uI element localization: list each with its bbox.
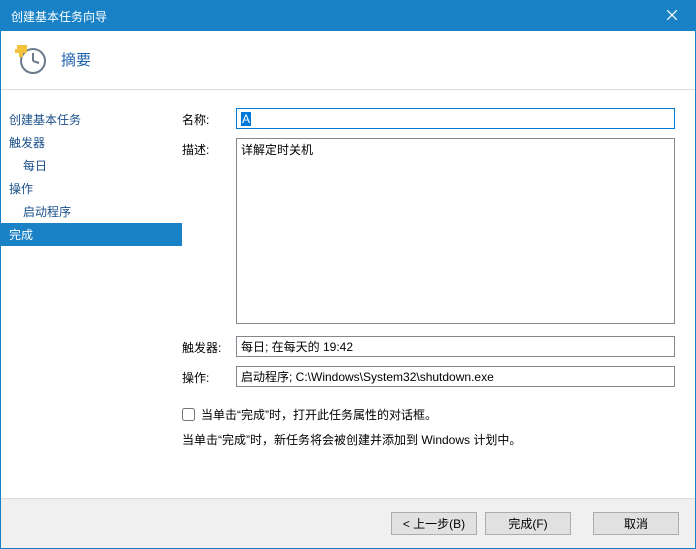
wizard-step[interactable]: 触发器 (1, 131, 182, 154)
cancel-button[interactable]: 取消 (593, 512, 679, 535)
wizard-step[interactable]: 启动程序 (1, 200, 182, 223)
summary-panel: 名称: A 描述: 触发器: 每日; 在每天的 19:42 操作: 启动程序; … (182, 90, 695, 498)
wizard-step[interactable]: 完成 (1, 223, 182, 246)
clock-new-icon (15, 43, 47, 75)
close-icon (667, 9, 677, 23)
wizard-footer: < 上一步(B) 完成(F) 取消 (1, 498, 695, 548)
back-button[interactable]: < 上一步(B) (391, 512, 477, 535)
finish-button[interactable]: 完成(F) (485, 512, 571, 535)
page-title: 摘要 (61, 49, 91, 70)
title-bar: 创建基本任务向导 (1, 1, 695, 31)
wizard-header: 摘要 (1, 31, 695, 90)
open-properties-label[interactable]: 当单击“完成”时，打开此任务属性的对话框。 (201, 406, 437, 423)
wizard-steps-sidebar: 创建基本任务触发器每日操作启动程序完成 (1, 90, 182, 498)
window-title: 创建基本任务向导 (11, 8, 107, 25)
close-button[interactable] (649, 1, 695, 31)
task-description-input[interactable] (236, 138, 675, 324)
finish-hint-text: 当单击“完成”时，新任务将会被创建并添加到 Windows 计划中。 (182, 431, 675, 448)
trigger-label: 触发器: (182, 336, 236, 356)
action-label: 操作: (182, 366, 236, 386)
wizard-step[interactable]: 创建基本任务 (1, 108, 182, 131)
description-label: 描述: (182, 138, 236, 158)
wizard-step[interactable]: 每日 (1, 154, 182, 177)
trigger-value: 每日; 在每天的 19:42 (236, 336, 675, 357)
open-properties-checkbox[interactable] (182, 408, 195, 421)
name-label: 名称: (182, 108, 236, 128)
action-value: 启动程序; C:\Windows\System32\shutdown.exe (236, 366, 675, 387)
wizard-step[interactable]: 操作 (1, 177, 182, 200)
task-name-input[interactable]: A (236, 108, 675, 129)
